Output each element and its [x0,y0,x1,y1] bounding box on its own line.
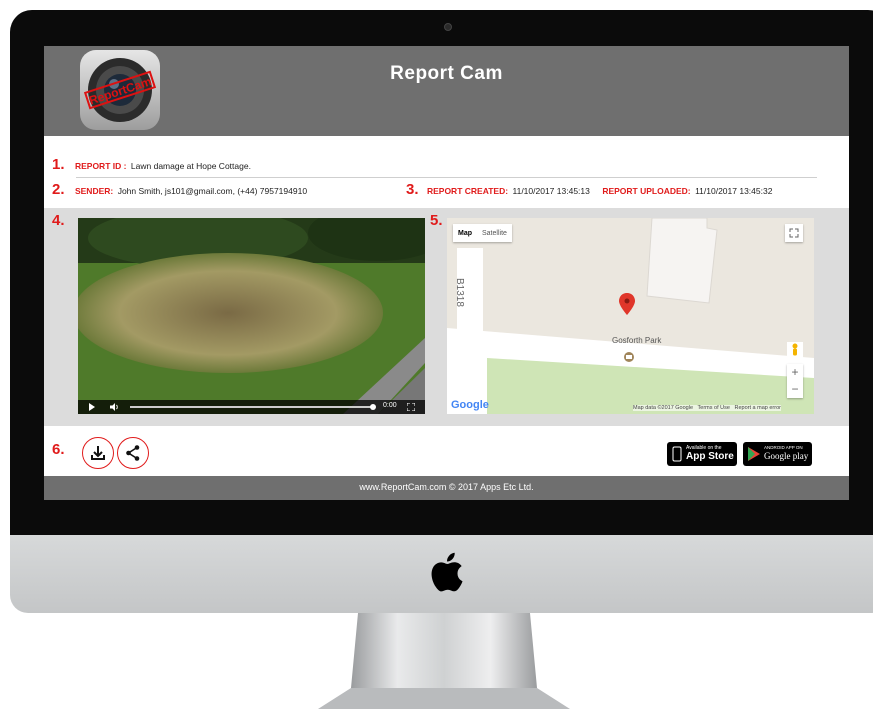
app-logo: ReportCam [80,50,160,130]
app-store-text: App Store [686,451,734,462]
video-seek-bar[interactable] [130,406,372,408]
app-header: ReportCam Report Cam [44,46,849,136]
fullscreen-icon[interactable] [407,403,415,411]
share-button[interactable] [117,437,149,469]
report-id-label: REPORT ID : [74,161,127,171]
apple-logo-icon [431,552,463,592]
monitor-stand [318,613,570,709]
tab-satellite[interactable]: Satellite [477,230,512,237]
street-view-button[interactable] [787,342,803,358]
step-number-6: 6. [52,441,65,458]
download-icon [91,446,105,460]
google-play-small-text: ANDROID APP ON [764,445,803,450]
report-uploaded-value: 11/10/2017 13:45:32 [695,186,773,196]
camera-lens-icon: ReportCam [83,58,157,122]
seek-handle[interactable] [370,404,376,410]
play-store-icon [748,447,760,461]
download-button[interactable] [82,437,114,469]
step-number-2: 2. [52,181,65,198]
map-canvas [447,218,814,414]
road-label: B1318 [454,278,465,307]
map-data-text: Map data ©2017 Google [633,405,694,411]
video-controls: 0:00 [78,400,425,414]
map-fullscreen-button[interactable] [785,224,803,242]
map-view[interactable]: Map Satellite B1318 Gosforth Park + − Go… [447,218,814,414]
actions-row: 6. Available on the App Store ANDROID AP… [44,428,849,476]
share-icon [126,445,140,461]
video-time: 0:00 [383,402,397,409]
step-number-5: 5. [430,212,443,229]
phone-icon [672,446,682,462]
volume-icon[interactable] [110,403,120,411]
place-label: Gosforth Park [612,336,662,345]
app-screen: ReportCam Report Cam 1. REPORT ID : Lawn… [44,46,849,500]
map-attribution: Map data ©2017 Google Terms of Use Repor… [633,405,781,411]
google-play-badge[interactable]: ANDROID APP ON Google play [743,442,812,466]
footer-text[interactable]: www.ReportCam.com © 2017 Apps Etc Ltd. [44,482,849,492]
timestamps-row: 3. REPORT CREATED: 11/10/2017 13:45:13 R… [406,181,772,199]
report-id-row: 1. REPORT ID : Lawn damage at Hope Cotta… [52,156,251,174]
zoom-controls: + − [787,364,803,398]
video-frame [78,218,425,414]
play-icon[interactable] [88,403,96,411]
google-play-text: Google play [764,451,809,461]
step-number-3: 3. [406,181,419,198]
sender-value: John Smith, js101@gmail.com, (+44) 79571… [117,186,308,196]
tab-map[interactable]: Map [453,230,477,237]
media-section: 4. 0:00 5. Map Satellite B1318 Gosforth … [44,208,849,426]
zoom-in-button[interactable]: + [787,364,803,381]
page-title: Report Cam [390,63,503,84]
webcam [444,23,452,31]
sender-label: SENDER: [74,186,114,196]
map-type-control: Map Satellite [453,224,512,242]
app-store-badge[interactable]: Available on the App Store [667,442,737,466]
pegman-icon [792,343,798,356]
sender-row: 2. SENDER: John Smith, js101@gmail.com, … [52,181,307,199]
google-logo: Google [451,399,489,411]
report-uploaded-label: REPORT UPLOADED: [602,186,691,196]
report-created-label: REPORT CREATED: [426,186,509,196]
report-created-value: 11/10/2017 13:45:13 [512,186,590,196]
video-player[interactable]: 0:00 [78,218,425,414]
report-error-link[interactable]: Report a map error [735,405,781,411]
terms-link[interactable]: Terms of Use [698,405,730,411]
step-number-4: 4. [52,212,65,229]
zoom-out-button[interactable]: − [787,381,803,398]
step-number-1: 1. [52,156,65,173]
divider [76,177,817,178]
expand-icon [789,228,799,238]
report-id-value: Lawn damage at Hope Cottage. [130,161,251,171]
